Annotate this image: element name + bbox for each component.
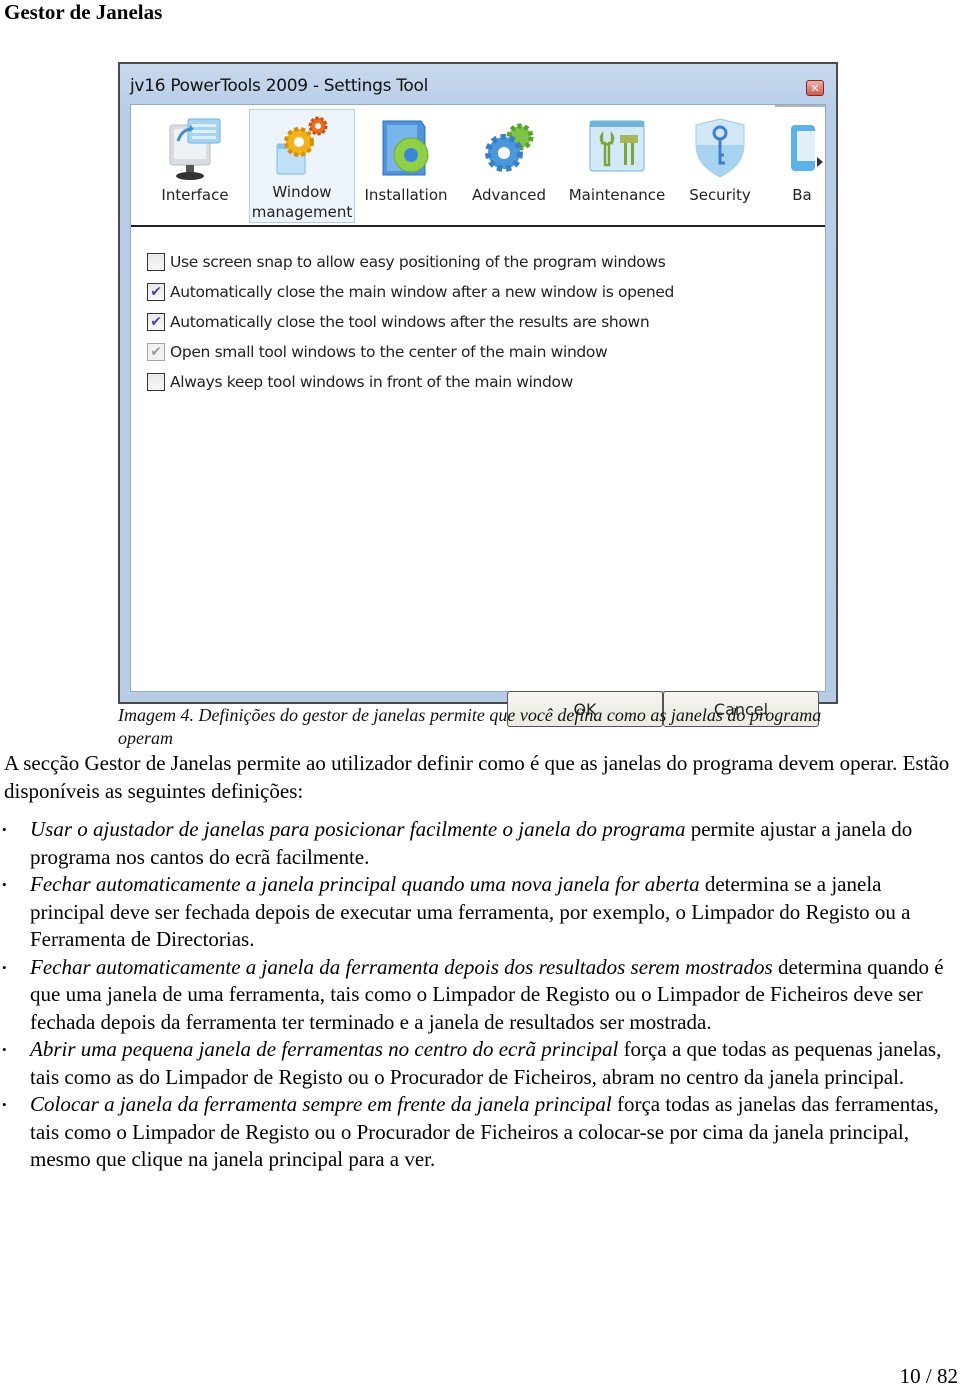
settings-description-list: • Usar o ajustador de janelas para posici… [0,816,956,1174]
list-item: • Colocar a janela da ferramenta sempre e… [0,1091,956,1174]
bullet-icon: • [2,822,7,837]
bullet-icon: • [2,1097,7,1112]
tab-label: Maintenance [568,186,666,204]
list-item: • Usar o ajustador de janelas para posici… [0,816,956,871]
page-heading: Gestor de Janelas [4,0,163,24]
option-label: Automatically close the main window afte… [170,283,674,301]
tab-backup-partial[interactable]: Ba [787,109,817,223]
tab-advanced[interactable]: Advanced [465,109,553,223]
checkbox[interactable] [147,373,165,391]
toolbar-scroll-indicator [775,105,825,107]
option-center-small-windows[interactable]: ✔ Open small tool windows to the center … [147,337,674,367]
tab-label: Advanced [471,186,547,204]
checkbox[interactable] [147,253,165,271]
tab-maintenance[interactable]: Maintenance [563,109,671,223]
tab-label: Security [689,186,751,204]
tab-interface[interactable]: Interface [153,109,237,223]
tools-icon [585,113,649,183]
window-options-list: Use screen snap to allow easy positionin… [147,247,674,397]
tab-label: Installation [364,186,448,204]
bullet-icon: • [2,1042,7,1057]
option-screen-snap[interactable]: Use screen snap to allow easy positionin… [147,247,674,277]
option-label: Open small tool windows to the center of… [170,343,608,361]
option-close-main-window[interactable]: ✔ Automatically close the main window af… [147,277,674,307]
backup-icon [787,113,817,183]
list-item: • Fechar automaticamente a janela da ferr… [0,954,956,1037]
option-label: Use screen snap to allow easy positionin… [170,253,666,271]
setting-term: Fechar automaticamente a janela principa… [30,872,700,896]
monitor-icon [163,113,227,183]
settings-toolbar: Interface Window management Installation… [131,105,825,227]
checkbox-checked[interactable]: ✔ [147,313,165,331]
bullet-icon: • [2,959,7,975]
bullet-icon: • [2,877,7,892]
list-item: • Fechar automaticamente a janela princip… [0,871,956,954]
shield-key-icon [688,113,752,183]
tab-label: Ba [792,186,812,204]
tab-label: Interface [161,186,229,204]
tab-installation[interactable]: Installation [357,109,455,223]
window-client-area: Interface Window management Installation… [130,104,826,727]
figure-caption: Imagem 4. Definições do gestor de janela… [118,705,822,748]
list-item: • Abrir uma pequena janela de ferramentas… [0,1036,956,1091]
page-number: 10 / 82 [899,1364,958,1388]
tab-window-management[interactable]: Window management [249,109,355,223]
intro-paragraph: A secção Gestor de Janelas permite ao ut… [4,751,950,803]
setting-term: Colocar a janela da ferramenta sempre em… [30,1092,612,1116]
close-icon[interactable]: ✕ [806,80,824,96]
settings-window-screenshot: jv16 PowerTools 2009 - Settings Tool ✕ I… [118,62,838,727]
setting-term: Usar o ajustador de janelas para posicio… [30,817,686,841]
gears-icon [477,113,541,183]
option-label: Automatically close the tool windows aft… [170,313,650,331]
window-title: jv16 PowerTools 2009 - Settings Tool [130,76,429,96]
checkbox-checked[interactable]: ✔ [147,283,165,301]
option-label: Always keep tool windows in front of the… [170,373,573,391]
gears-window-icon [270,114,334,180]
disc-box-icon [374,113,438,183]
setting-term: Fechar automaticamente a janela da ferra… [30,954,773,979]
setting-term: Abrir uma pequena janela de ferramentas … [30,1037,619,1061]
tab-label: Window management [251,183,353,221]
checkbox-checked-disabled[interactable]: ✔ [147,343,165,361]
tab-security[interactable]: Security [683,109,757,223]
toolbar-scroll-right-icon[interactable] [817,157,823,167]
option-close-tool-windows[interactable]: ✔ Automatically close the tool windows a… [147,307,674,337]
option-keep-in-front[interactable]: Always keep tool windows in front of the… [147,367,674,397]
